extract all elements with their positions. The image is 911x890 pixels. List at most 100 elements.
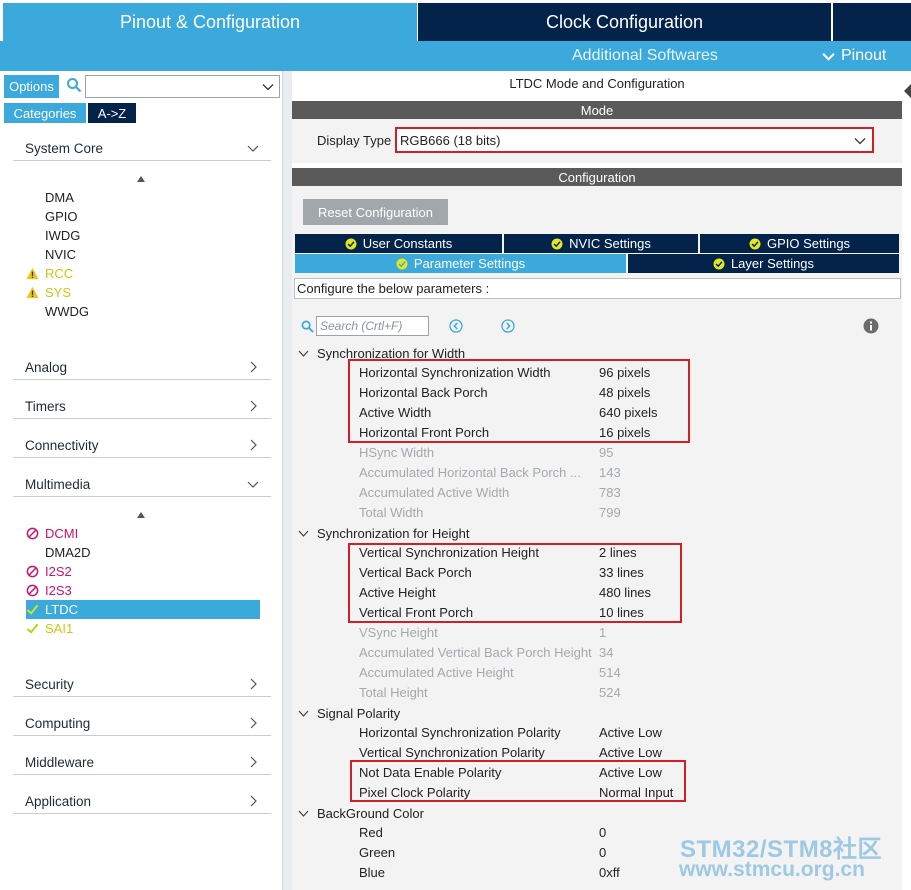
category-application[interactable]: Application — [13, 790, 271, 814]
warning-icon — [26, 286, 39, 299]
search-icon[interactable] — [66, 77, 82, 93]
check-circle-icon — [345, 238, 357, 249]
chevron-down-icon[interactable] — [262, 81, 274, 93]
param-value: 783 — [599, 485, 621, 500]
category-security[interactable]: Security — [13, 673, 271, 697]
info-icon[interactable] — [863, 318, 879, 334]
polarity-highlight-box — [350, 760, 686, 802]
check-circle-icon — [749, 238, 761, 249]
group-label: Signal Polarity — [317, 705, 401, 721]
category-middleware[interactable]: Middleware — [13, 751, 271, 775]
chevron-right-icon — [250, 439, 257, 451]
pinout-menu[interactable]: Pinout — [822, 47, 886, 65]
group-label: BackGround Color — [317, 805, 424, 821]
configuration-header: Configuration — [292, 168, 902, 186]
scroll-up-icon[interactable] — [136, 175, 146, 183]
chevron-right-icon — [250, 361, 257, 373]
configure-hint: Configure the below parameters : — [294, 278, 901, 299]
check-circle-icon — [713, 258, 725, 269]
component-iwdg[interactable]: IWDG — [26, 226, 260, 245]
param-value: 95 — [599, 445, 614, 460]
group-synchronization-height[interactable]: Synchronization for Height — [298, 523, 469, 543]
tab-project-manager[interactable] — [833, 3, 911, 41]
additional-softwares-menu[interactable]: Additional Softwares — [572, 47, 718, 65]
param-name: Horizontal Synchronization Polarity — [359, 725, 561, 740]
display-type-select[interactable]: RGB666 (18 bits) — [395, 127, 874, 153]
param-name: Accumulated Horizontal Back Porch ... — [359, 465, 581, 480]
category-system-core[interactable]: System Core — [13, 137, 271, 161]
category-timers[interactable]: Timers — [13, 395, 271, 419]
ltdc-configuration-panel: LTDC Mode and Configuration Mode Display… — [292, 71, 911, 890]
collapse-arrow-icon[interactable] — [903, 84, 911, 98]
display-type-value: RGB666 (18 bits) — [400, 133, 501, 148]
tab-pinout-configuration[interactable]: Pinout & Configuration — [3, 3, 417, 41]
component-label: NVIC — [45, 247, 77, 262]
scroll-up-icon[interactable] — [136, 511, 146, 519]
param-value[interactable]: 0xff — [599, 865, 620, 880]
chevron-right-icon — [250, 678, 257, 690]
component-wwdg[interactable]: WWDG — [26, 302, 260, 321]
param-value[interactable]: Active Low — [599, 725, 662, 740]
tab-parameter-settings[interactable]: Parameter Settings — [295, 254, 626, 273]
component-dma[interactable]: DMA — [26, 188, 260, 207]
search-icon — [301, 320, 314, 333]
component-label: GPIO — [45, 209, 78, 224]
tab-label: GPIO Settings — [766, 236, 851, 251]
component-label: RCC — [45, 266, 74, 281]
options-button[interactable]: Options — [4, 75, 59, 98]
category-label: Security — [25, 677, 74, 692]
component-label: WWDG — [45, 304, 90, 319]
group-background-color[interactable]: BackGround Color — [298, 803, 424, 823]
next-match-icon[interactable] — [501, 319, 515, 333]
category-label: Computing — [25, 716, 91, 731]
tab-nvic-settings[interactable]: NVIC Settings — [504, 234, 698, 253]
category-connectivity[interactable]: Connectivity — [13, 434, 271, 458]
category-analog[interactable]: Analog — [13, 356, 271, 380]
param-value: 143 — [599, 465, 621, 480]
param-value: 34 — [599, 645, 614, 660]
tab-clock-configuration[interactable]: Clock Configuration — [418, 3, 831, 41]
component-i2s3[interactable]: I2S3 — [26, 581, 260, 600]
category-label: Middleware — [25, 755, 95, 770]
component-i2s2[interactable]: I2S2 — [26, 562, 260, 581]
panel-splitter[interactable] — [283, 71, 292, 890]
tab-layer-settings[interactable]: Layer Settings — [628, 254, 899, 273]
tab-label: Parameter Settings — [413, 256, 526, 271]
category-search-input[interactable] — [85, 75, 280, 98]
component-sys[interactable]: SYS — [26, 283, 260, 302]
category-label: Application — [25, 794, 92, 809]
param-value[interactable]: 0 — [599, 825, 606, 840]
param-name: Total Height — [359, 685, 428, 700]
disabled-icon — [26, 565, 39, 578]
tab-user-constants[interactable]: User Constants — [295, 234, 502, 253]
category-computing[interactable]: Computing — [13, 712, 271, 736]
component-dcmi[interactable]: DCMI — [26, 524, 260, 543]
category-label: Connectivity — [25, 438, 99, 453]
param-name: HSync Width — [359, 445, 435, 460]
chevron-down-icon — [854, 138, 866, 145]
param-value[interactable]: 0 — [599, 845, 606, 860]
chevron-right-icon — [250, 756, 257, 768]
component-label: IWDG — [45, 228, 81, 243]
parameter-search-input[interactable]: Search (Crtl+F) — [316, 316, 429, 336]
tab-label: NVIC Settings — [569, 236, 651, 251]
categories-tab[interactable]: Categories — [4, 103, 86, 123]
param-value[interactable]: Active Low — [599, 745, 662, 760]
group-signal-polarity[interactable]: Signal Polarity — [298, 703, 400, 723]
component-dma2d[interactable]: DMA2D — [26, 543, 260, 562]
component-label: I2S3 — [45, 583, 72, 598]
component-rcc[interactable]: RCC — [26, 264, 260, 283]
reset-configuration-button[interactable]: Reset Configuration — [303, 199, 448, 225]
a-z-tab[interactable]: A->Z — [88, 103, 136, 123]
component-label: DMA — [45, 190, 74, 205]
component-gpio[interactable]: GPIO — [26, 207, 260, 226]
component-sai1[interactable]: SAI1 — [26, 619, 260, 638]
categories-panel: Options Categories A->Z System Core DMA … — [0, 71, 283, 890]
component-ltdc[interactable]: LTDC — [26, 600, 260, 619]
category-multimedia[interactable]: Multimedia — [13, 473, 271, 497]
component-nvic[interactable]: NVIC — [26, 245, 260, 264]
previous-match-icon[interactable] — [449, 319, 463, 333]
chevron-down-icon — [247, 481, 259, 488]
tab-gpio-settings[interactable]: GPIO Settings — [700, 234, 899, 253]
disabled-icon — [26, 584, 39, 597]
